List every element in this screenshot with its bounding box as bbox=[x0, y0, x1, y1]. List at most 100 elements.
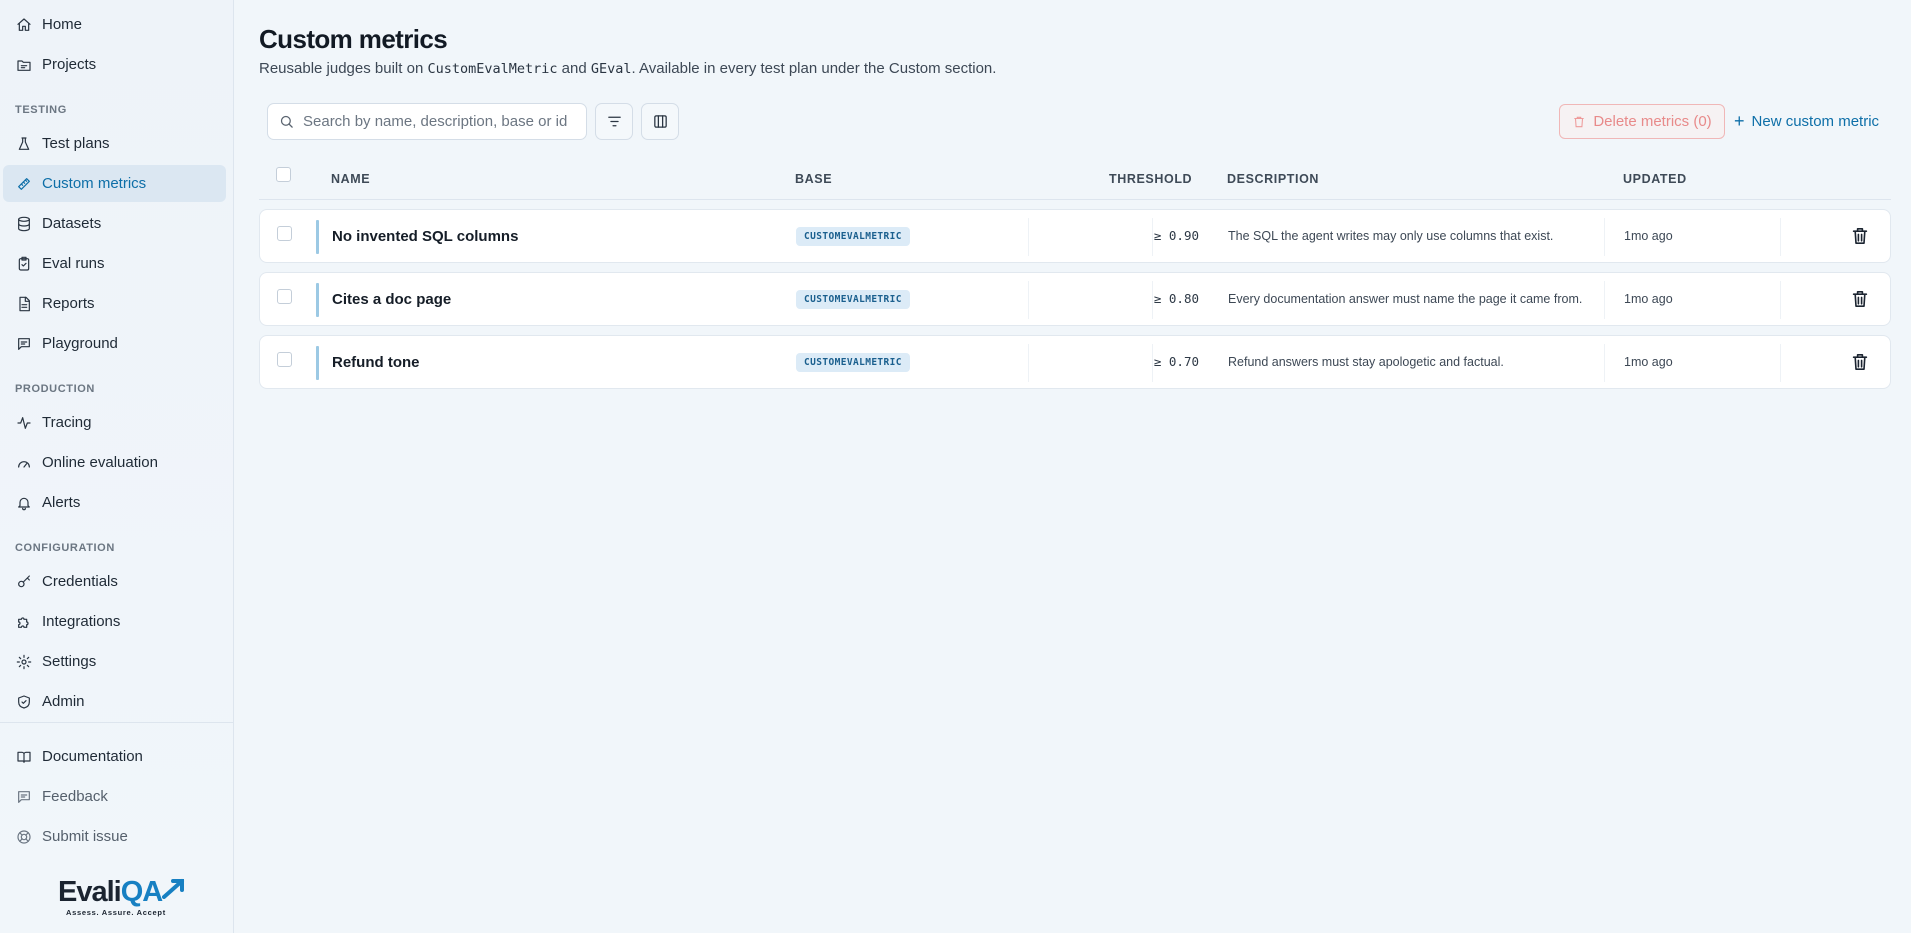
home-icon bbox=[15, 16, 33, 34]
projects-icon bbox=[15, 56, 33, 74]
filter-button[interactable] bbox=[595, 103, 633, 140]
sidebar-item-alerts[interactable]: Alerts bbox=[3, 484, 226, 521]
sidebar-item-playground[interactable]: Playground bbox=[3, 325, 226, 362]
clipboard-check-icon bbox=[15, 255, 33, 273]
sidebar-item-label: Feedback bbox=[42, 788, 108, 805]
row-checkbox[interactable] bbox=[277, 289, 292, 304]
select-all-checkbox[interactable] bbox=[276, 167, 291, 182]
metric-name[interactable]: Refund tone bbox=[332, 354, 420, 371]
sidebar-item-label: Datasets bbox=[42, 215, 102, 232]
ruler-icon bbox=[15, 175, 33, 193]
sidebar-item-label: Test plans bbox=[42, 135, 110, 152]
sidebar-item-label: Online evaluation bbox=[42, 454, 158, 471]
delete-row-button[interactable] bbox=[1852, 290, 1870, 308]
row-accent-bar bbox=[316, 220, 319, 254]
logo-arrow-icon bbox=[162, 879, 184, 899]
new-custom-metric-button[interactable]: + New custom metric bbox=[1734, 104, 1879, 139]
database-icon bbox=[15, 215, 33, 233]
base-badge: CUSTOMEVALMETRIC bbox=[796, 290, 910, 309]
sidebar-item-submit-issue[interactable]: Submit issue bbox=[3, 818, 226, 855]
sidebar-item-online-evaluation[interactable]: Online evaluation bbox=[3, 444, 226, 481]
section-label-testing: TESTING bbox=[15, 104, 67, 116]
sidebar-item-tracing[interactable]: Tracing bbox=[3, 404, 226, 441]
columns-button[interactable] bbox=[641, 103, 679, 140]
sidebar-item-custom-metrics[interactable]: Custom metrics bbox=[3, 165, 226, 202]
app-logo: EvaliQA Assess. Assure. Accept bbox=[58, 877, 184, 925]
chat-icon bbox=[15, 335, 33, 353]
sidebar-item-label: Admin bbox=[42, 693, 85, 710]
sidebar: Home Projects TESTING Test plans Custom … bbox=[0, 0, 234, 933]
sidebar-item-label: Custom metrics bbox=[42, 175, 147, 192]
sidebar-item-projects[interactable]: Projects bbox=[3, 46, 226, 83]
puzzle-icon bbox=[15, 613, 33, 631]
table-row[interactable]: No invented SQL columns CUSTOMEVALMETRIC… bbox=[259, 209, 1891, 263]
table-row[interactable]: Refund tone CUSTOMEVALMETRIC ≥ 0.70 Refu… bbox=[259, 335, 1891, 389]
sidebar-item-eval-runs[interactable]: Eval runs bbox=[3, 245, 226, 282]
column-header-name[interactable]: NAME bbox=[331, 172, 370, 186]
row-checkbox[interactable] bbox=[277, 226, 292, 241]
trash-icon bbox=[1574, 116, 1584, 127]
sidebar-divider bbox=[0, 722, 234, 723]
sidebar-item-datasets[interactable]: Datasets bbox=[3, 205, 226, 242]
sidebar-item-documentation[interactable]: Documentation bbox=[3, 738, 226, 775]
sidebar-item-label: Documentation bbox=[42, 748, 143, 765]
search-input[interactable] bbox=[303, 113, 573, 130]
sidebar-item-test-plans[interactable]: Test plans bbox=[3, 125, 226, 162]
metric-name[interactable]: No invented SQL columns bbox=[332, 228, 518, 245]
updated-time: 1mo ago bbox=[1624, 355, 1673, 369]
flask-icon bbox=[15, 135, 33, 153]
metric-description: The SQL the agent writes may only use co… bbox=[1228, 229, 1554, 243]
sidebar-item-feedback[interactable]: Feedback bbox=[3, 778, 226, 815]
section-label-production: PRODUCTION bbox=[15, 383, 95, 395]
shield-check-icon bbox=[15, 693, 33, 711]
plus-icon: + bbox=[1734, 111, 1745, 131]
sidebar-item-settings[interactable]: Settings bbox=[3, 643, 226, 680]
column-header-description[interactable]: DESCRIPTION bbox=[1227, 172, 1319, 186]
sidebar-item-integrations[interactable]: Integrations bbox=[3, 603, 226, 640]
sidebar-item-reports[interactable]: Reports bbox=[3, 285, 226, 322]
delete-metrics-button[interactable]: Delete metrics (0) bbox=[1559, 104, 1725, 139]
delete-row-button[interactable] bbox=[1852, 353, 1870, 371]
sidebar-item-label: Reports bbox=[42, 295, 95, 312]
search-box bbox=[267, 103, 587, 140]
bell-icon bbox=[15, 494, 33, 512]
sidebar-item-label: Eval runs bbox=[42, 255, 105, 272]
column-header-threshold[interactable]: THRESHOLD bbox=[1109, 172, 1192, 186]
sidebar-item-admin[interactable]: Admin bbox=[3, 683, 226, 720]
sidebar-item-label: Projects bbox=[42, 56, 97, 73]
filter-icon bbox=[607, 116, 621, 127]
lifebuoy-icon bbox=[15, 828, 33, 846]
page-title: Custom metrics bbox=[259, 24, 448, 54]
updated-time: 1mo ago bbox=[1624, 292, 1673, 306]
trash-icon bbox=[1852, 291, 1868, 307]
table-row[interactable]: Cites a doc page CUSTOMEVALMETRIC ≥ 0.80… bbox=[259, 272, 1891, 326]
sidebar-item-label: Submit issue bbox=[42, 828, 128, 845]
column-header-base[interactable]: BASE bbox=[795, 172, 832, 186]
trash-icon bbox=[1852, 227, 1868, 244]
key-icon bbox=[15, 573, 33, 591]
metric-name[interactable]: Cites a doc page bbox=[332, 291, 451, 308]
main-content: Custom metrics Reusable judges built on … bbox=[259, 0, 1891, 933]
updated-time: 1mo ago bbox=[1624, 229, 1673, 243]
metric-description: Every documentation answer must name the… bbox=[1228, 292, 1583, 306]
column-header-updated[interactable]: UPDATED bbox=[1623, 172, 1687, 186]
sidebar-item-label: Integrations bbox=[42, 613, 121, 630]
sidebar-item-label: Playground bbox=[42, 335, 118, 352]
section-label-configuration: CONFIGURATION bbox=[15, 542, 115, 554]
sidebar-item-credentials[interactable]: Credentials bbox=[3, 563, 226, 600]
columns-icon bbox=[653, 115, 667, 128]
gauge-icon bbox=[15, 454, 33, 472]
sidebar-item-home[interactable]: Home bbox=[3, 6, 226, 43]
threshold-value: ≥ 0.70 bbox=[1153, 354, 1199, 369]
activity-icon bbox=[15, 414, 33, 432]
message-icon bbox=[15, 788, 33, 806]
base-badge: CUSTOMEVALMETRIC bbox=[796, 227, 910, 246]
row-checkbox[interactable] bbox=[277, 352, 292, 367]
threshold-value: ≥ 0.90 bbox=[1153, 228, 1199, 243]
trash-icon bbox=[1852, 354, 1868, 370]
sidebar-item-label: Alerts bbox=[42, 494, 81, 511]
gear-icon bbox=[15, 653, 33, 671]
delete-row-button[interactable] bbox=[1852, 227, 1870, 245]
base-badge: CUSTOMEVALMETRIC bbox=[796, 353, 910, 372]
sidebar-item-label: Home bbox=[42, 16, 83, 33]
